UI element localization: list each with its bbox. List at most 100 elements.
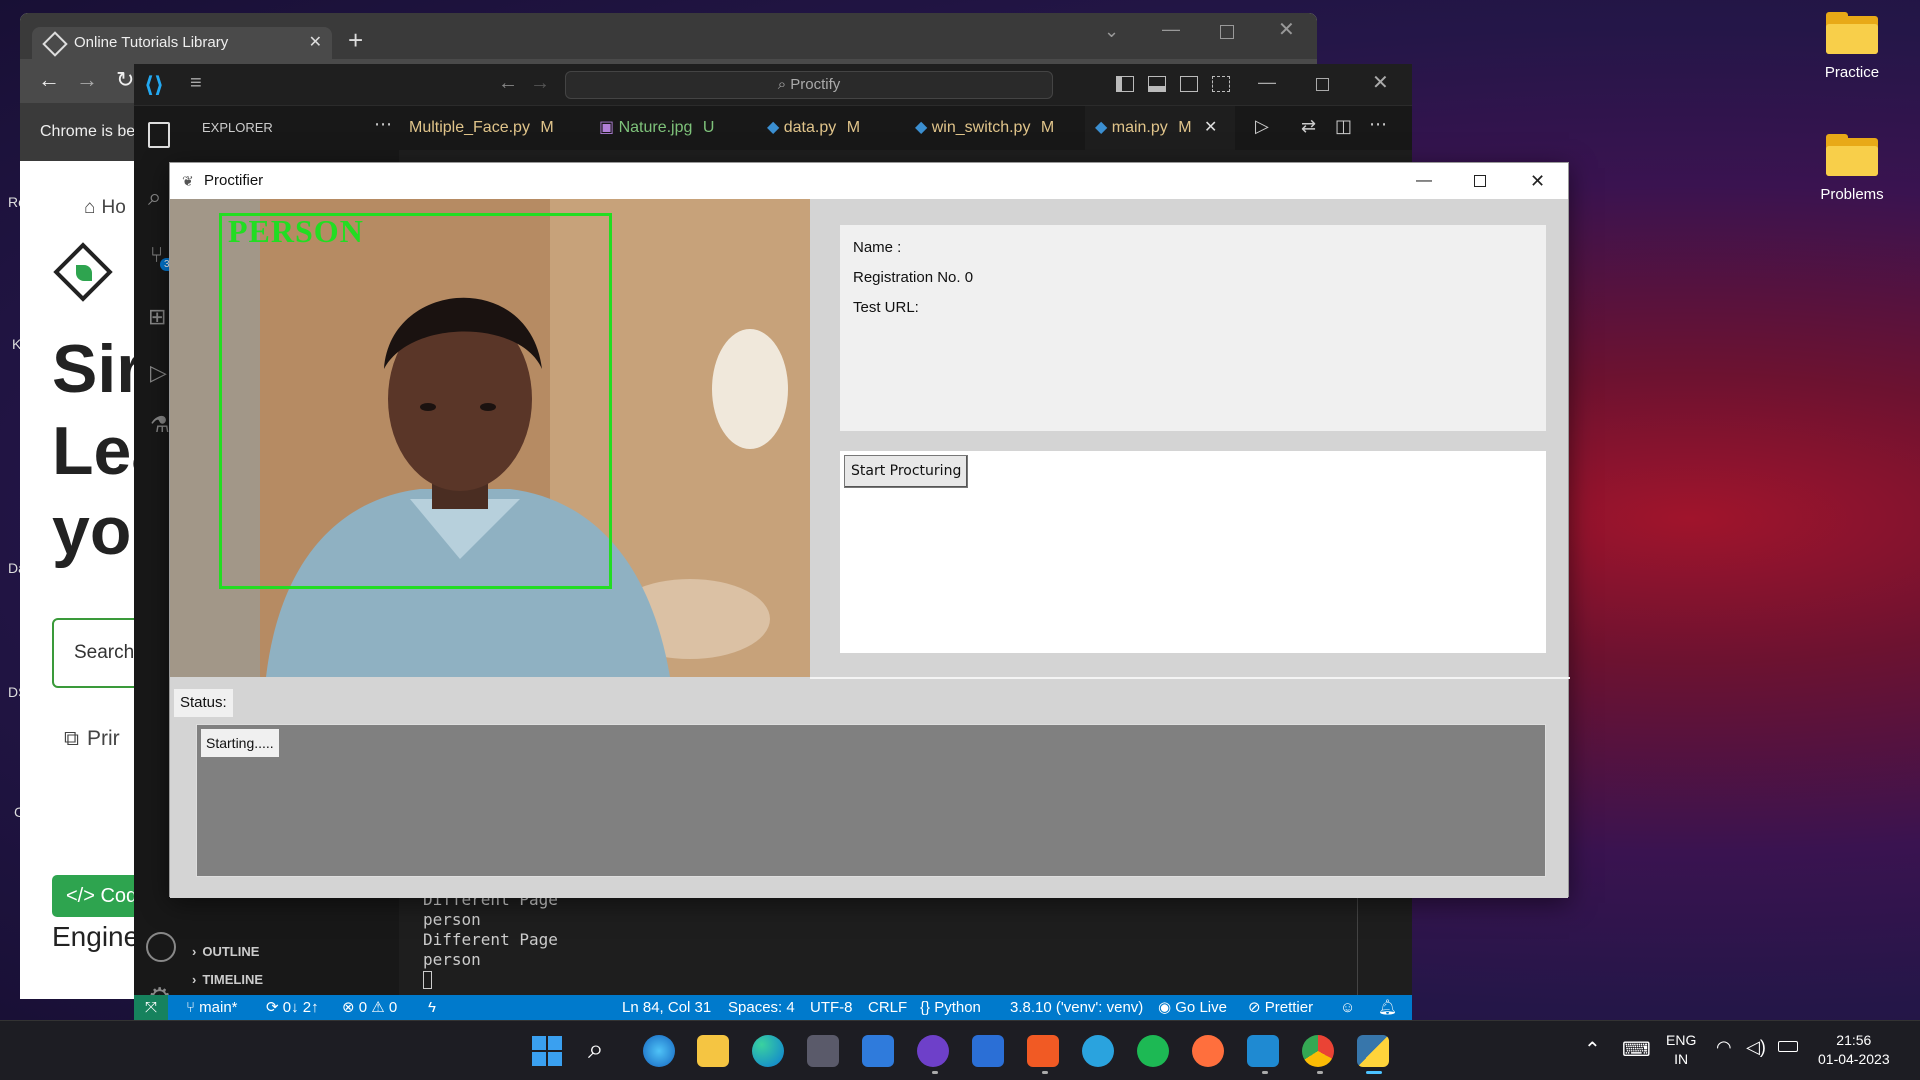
minimize-icon[interactable]: — — [1258, 72, 1276, 93]
edge-browser-icon[interactable] — [752, 1035, 784, 1067]
tab-multiple-face[interactable]: Multiple_Face.py M — [399, 106, 589, 150]
spotify-icon[interactable] — [1137, 1035, 1169, 1067]
line-ending[interactable]: CRLF — [868, 995, 907, 1020]
feedback-icon[interactable]: ☺ — [1340, 995, 1355, 1020]
command-center[interactable]: ⌕ Proctify — [565, 71, 1053, 99]
site-logo[interactable]: tu — [52, 242, 163, 305]
maximize-icon[interactable] — [1474, 175, 1486, 187]
encoding[interactable]: UTF-8 — [810, 995, 853, 1020]
timeline-section[interactable]: › TIMELINE — [192, 972, 263, 987]
language-mode[interactable]: {} Python — [920, 995, 981, 1020]
extensions-icon[interactable]: ⊞ — [148, 304, 166, 330]
telegram-icon[interactable] — [1082, 1035, 1114, 1067]
prettier[interactable]: ⊘ Prettier — [1248, 995, 1313, 1020]
cursor-position[interactable]: Ln 84, Col 31 — [622, 995, 711, 1020]
calculator-icon[interactable] — [807, 1035, 839, 1067]
python-app-icon[interactable] — [1357, 1035, 1389, 1067]
cube-icon: ⧉ — [64, 727, 79, 750]
minimize-icon[interactable]: — — [1416, 163, 1432, 199]
brave-browser-icon[interactable] — [1027, 1035, 1059, 1067]
branch-item[interactable]: ⑂ main* — [186, 995, 238, 1020]
sublime-icon[interactable] — [1192, 1035, 1224, 1067]
hero-heading-line: Sir — [52, 331, 143, 407]
start-procturing-button[interactable]: Start Procturing — [844, 455, 969, 488]
terminal-panel[interactable]: Different Page person Different Page per… — [399, 890, 1412, 995]
more-actions-icon[interactable]: ⋯ — [1369, 114, 1387, 135]
open-changes-icon[interactable]: ⇄ — [1301, 116, 1316, 137]
tab-nature-jpg[interactable]: ▣ Nature.jpg U — [589, 106, 757, 150]
terminal-scrollbar[interactable] — [1357, 894, 1358, 995]
notifications-bell-icon[interactable]: 🔔︎ — [1378, 995, 1397, 1020]
toggle-panel-icon[interactable] — [1148, 76, 1166, 92]
maximize-icon[interactable] — [1316, 78, 1329, 91]
run-file-icon[interactable]: ▷ — [1255, 116, 1269, 137]
interpreter[interactable]: 3.8.10 ('venv': venv) — [1010, 995, 1143, 1020]
chrome-taskbar-icon[interactable] — [1302, 1035, 1334, 1067]
prime-link[interactable]: ⧉ Prir — [64, 727, 120, 751]
wifi-icon[interactable]: ◠ — [1716, 1037, 1732, 1058]
close-tab-icon[interactable]: ✕ — [1204, 119, 1217, 136]
search-icon[interactable]: ⌕ — [588, 1033, 604, 1066]
toggle-secondary-sidebar-icon[interactable] — [1180, 76, 1198, 92]
vscode-taskbar-icon[interactable] — [1247, 1035, 1279, 1067]
forward-arrow-icon[interactable]: → — [76, 67, 98, 93]
explorer-icon[interactable] — [148, 122, 170, 148]
menu-icon[interactable]: ≡ — [190, 72, 202, 95]
battery-icon[interactable] — [1778, 1041, 1798, 1052]
tab-status: U — [702, 119, 715, 136]
go-live[interactable]: ◉ Go Live — [1158, 995, 1227, 1020]
go-live-label: Go Live — [1175, 999, 1227, 1016]
language-indicator[interactable]: ENG IN — [1666, 1031, 1696, 1069]
command-center-label: Proctify — [790, 76, 841, 93]
chrome-tab[interactable]: Online Tutorials Library ✕ — [32, 27, 332, 59]
remote-icon[interactable]: ⤧ — [134, 995, 168, 1020]
test-url-label: Test URL: — [853, 299, 919, 316]
maximize-icon[interactable] — [1220, 25, 1234, 39]
customize-layout-icon[interactable] — [1212, 76, 1230, 92]
testing-icon[interactable]: ⚗ — [150, 412, 170, 438]
toggle-sidebar-icon[interactable] — [1116, 76, 1134, 92]
tab-search-icon[interactable]: ⌄ — [1104, 21, 1119, 42]
start-windows-icon[interactable] — [532, 1036, 562, 1066]
search-icon: ⌕ — [777, 76, 791, 93]
split-editor-icon[interactable]: ◫ — [1335, 116, 1352, 137]
desktop-icon-label: Problems — [1820, 186, 1884, 203]
calendar-icon[interactable] — [972, 1035, 1004, 1067]
account-icon[interactable] — [146, 932, 176, 962]
sync-item[interactable]: ⟳ 0↓ 2↑ — [266, 995, 319, 1020]
run-debug-icon[interactable]: ▷ — [150, 360, 167, 386]
home-link[interactable]: ⌂ Ho — [84, 197, 126, 219]
outline-section[interactable]: › OUTLINE — [192, 944, 259, 959]
clock[interactable]: 21:56 01-04-2023 — [1818, 1031, 1890, 1069]
more-actions-icon[interactable]: ⋯ — [374, 114, 392, 135]
volume-icon[interactable]: ◁) — [1746, 1037, 1766, 1058]
file-explorer-icon[interactable] — [697, 1035, 729, 1067]
todo-check-icon[interactable] — [862, 1035, 894, 1067]
close-icon[interactable]: ✕ — [1278, 17, 1295, 42]
lightning-icon[interactable]: ϟ — [428, 995, 436, 1020]
active-indicator — [1366, 1071, 1382, 1074]
problems-item[interactable]: ⊗ 0 ⚠ 0 — [342, 995, 397, 1020]
chevron-right-icon: › — [192, 972, 197, 987]
close-icon[interactable]: ✕ — [1372, 70, 1389, 95]
reload-icon[interactable]: ↻ — [116, 67, 134, 93]
desktop-icon-problems[interactable]: Problems — [1802, 134, 1902, 203]
tab-main-py[interactable]: ◆ main.py M ✕ — [1085, 106, 1235, 150]
running-indicator — [1042, 1071, 1048, 1074]
nav-back-icon[interactable]: ← — [498, 72, 518, 95]
desktop-icon-practice[interactable]: Practice — [1802, 12, 1902, 81]
tab-win-switch[interactable]: ◆ win_switch.py M — [905, 106, 1085, 150]
minimize-icon[interactable]: — — [1162, 19, 1180, 40]
chevron-up-icon[interactable]: ⌃ — [1584, 1037, 1601, 1062]
copilot-icon[interactable] — [643, 1035, 675, 1067]
nav-forward-icon[interactable]: → — [530, 72, 550, 95]
search-icon[interactable]: ⌕ — [148, 184, 161, 212]
close-icon[interactable]: ✕ — [1530, 163, 1545, 199]
indentation[interactable]: Spaces: 4 — [728, 995, 795, 1020]
github-icon[interactable] — [917, 1035, 949, 1067]
tab-data-py[interactable]: ◆ data.py M — [757, 106, 905, 150]
keyboard-icon[interactable]: ⌨ — [1622, 1037, 1651, 1062]
close-tab-icon[interactable]: ✕ — [309, 27, 322, 59]
back-arrow-icon[interactable]: ← — [38, 67, 60, 93]
new-tab-icon[interactable]: + — [348, 27, 363, 53]
